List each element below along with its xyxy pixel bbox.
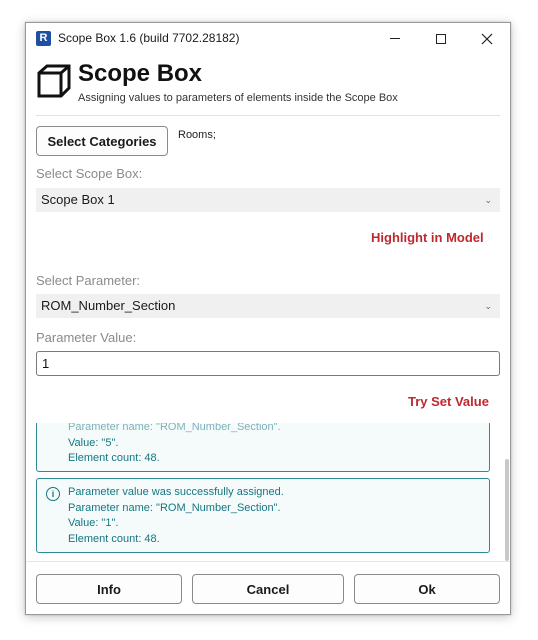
- scope-box-window: R Scope Box 1.6 (build 7702.28182) Scope…: [25, 22, 511, 615]
- maximize-icon: [436, 33, 446, 44]
- close-button[interactable]: [464, 23, 510, 54]
- footer-divider: [26, 561, 510, 562]
- revit-app-icon: R: [36, 31, 51, 46]
- parameter-value-input[interactable]: 1: [36, 351, 500, 376]
- info-icon: i: [46, 487, 60, 501]
- chevron-down-icon: ⌄: [484, 195, 492, 205]
- maximize-button[interactable]: [418, 23, 464, 54]
- log-lines: Parameter name: "ROM_Number_Section". Va…: [37, 423, 489, 471]
- select-scope-box-label: Select Scope Box:: [36, 166, 143, 181]
- log-line: Parameter name: "ROM_Number_Section".: [68, 423, 281, 433]
- select-categories-button[interactable]: Select Categories: [36, 126, 168, 156]
- log-entry-previous: Parameter name: "ROM_Number_Section". Va…: [36, 423, 490, 472]
- minimize-icon: [390, 38, 400, 39]
- window-title: Scope Box 1.6 (build 7702.28182): [58, 31, 240, 45]
- log-line: Parameter name: "ROM_Number_Section".: [68, 501, 281, 514]
- close-icon: [481, 33, 493, 44]
- log-line: Parameter value was successfully assigne…: [68, 486, 284, 498]
- parameter-value-label: Parameter Value:: [36, 330, 137, 345]
- scope-box-dropdown-value: Scope Box 1: [41, 192, 115, 207]
- log-list[interactable]: Parameter name: "ROM_Number_Section". Va…: [36, 423, 510, 563]
- log-line: Element count: 48.: [68, 532, 160, 545]
- header-divider: [36, 115, 500, 116]
- scope-box-dropdown[interactable]: Scope Box 1 ⌄: [36, 188, 500, 212]
- selected-categories-text: Rooms;: [178, 129, 216, 141]
- title-bar: R Scope Box 1.6 (build 7702.28182): [26, 23, 510, 54]
- log-line: Element count: 48.: [68, 452, 160, 464]
- cube-outline-icon: [37, 64, 71, 98]
- parameter-dropdown-value: ROM_Number_Section: [41, 298, 176, 313]
- highlight-in-model-button[interactable]: Highlight in Model: [371, 230, 484, 245]
- log-line: Value: "1".: [68, 517, 119, 529]
- page-title: Scope Box: [78, 60, 203, 87]
- chevron-down-icon: ⌄: [484, 301, 492, 311]
- parameter-dropdown[interactable]: ROM_Number_Section ⌄: [36, 294, 500, 318]
- log-scrollbar[interactable]: [505, 459, 509, 561]
- select-parameter-label: Select Parameter:: [36, 273, 141, 288]
- log-lines: Parameter value was successfully assigne…: [37, 479, 489, 551]
- log-line: Value: "5".: [68, 436, 119, 449]
- page-subtitle: Assigning values to parameters of elemen…: [78, 92, 398, 104]
- info-button[interactable]: Info: [36, 574, 182, 604]
- log-entry-current: i Parameter value was successfully assig…: [36, 478, 490, 553]
- cancel-button[interactable]: Cancel: [192, 574, 344, 604]
- ok-button[interactable]: Ok: [354, 574, 500, 604]
- minimize-button[interactable]: [372, 23, 418, 54]
- try-set-value-button[interactable]: Try Set Value: [408, 394, 489, 409]
